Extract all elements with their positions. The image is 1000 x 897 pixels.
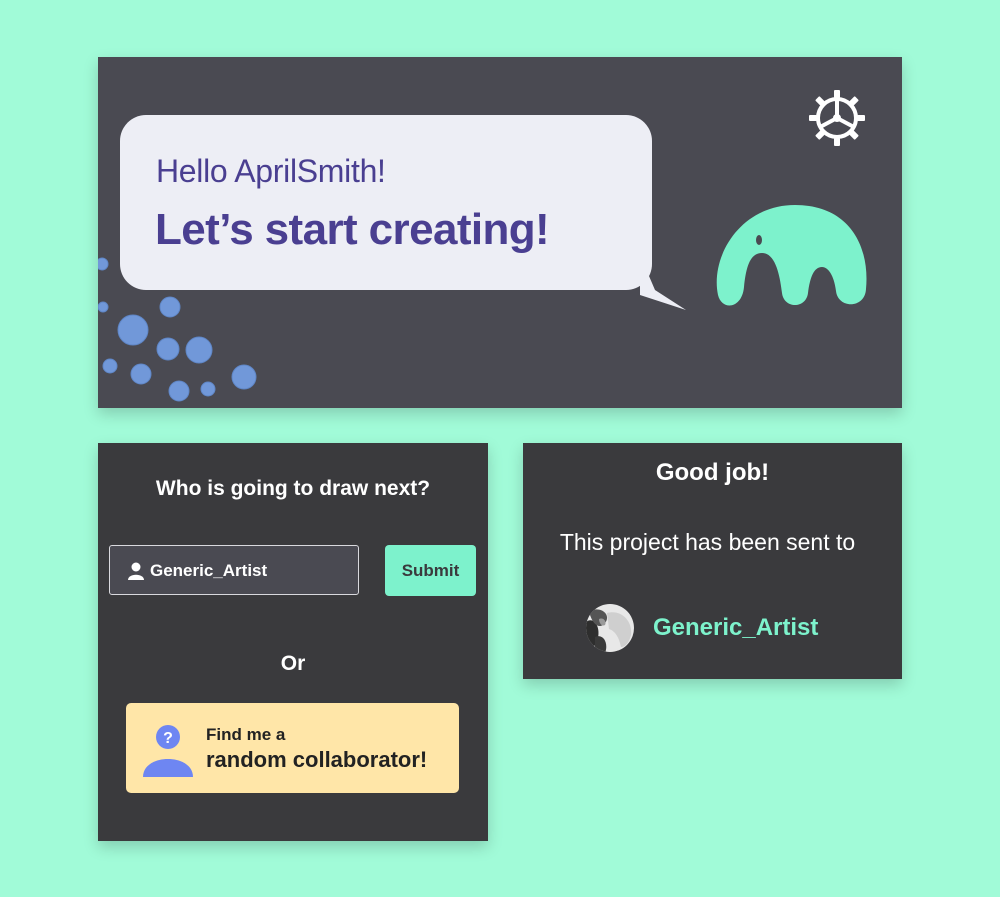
svg-text:?: ? — [163, 730, 173, 747]
card-title: Who is going to draw next? — [155, 477, 431, 500]
gear-icon[interactable] — [808, 89, 866, 147]
or-separator: Or — [280, 652, 306, 675]
submit-button[interactable]: Submit — [385, 545, 476, 596]
random-button-line2: random collaborator! — [206, 747, 428, 772]
welcome-banner: Hello AprilSmith! Let’s start creating! — [98, 57, 902, 408]
recipient-avatar — [585, 603, 635, 653]
speech-bubble-tail — [640, 255, 686, 310]
user-icon — [128, 562, 144, 580]
card-title: Good job! — [655, 459, 770, 486]
choose-collaborator-card: Who is going to draw next? Generic_Artis… — [98, 443, 488, 841]
random-button-line1: Find me a — [206, 725, 286, 744]
random-collaborator-button[interactable]: ? Find me a random collaborator! — [126, 703, 459, 793]
collaborator-username-input[interactable]: Generic_Artist — [109, 545, 359, 595]
sent-message: This project has been sent to — [559, 529, 856, 555]
elephant-mascot-icon — [710, 197, 870, 317]
recipient-name: Generic_Artist — [653, 614, 819, 641]
project-sent-card: Good job! This project has been sent to … — [523, 443, 902, 679]
headline-text: Let’s start creating! — [155, 205, 550, 254]
speech-bubble: Hello AprilSmith! Let’s start creating! — [120, 115, 690, 310]
username-value: Generic_Artist — [150, 561, 268, 580]
greeting-text: Hello AprilSmith! — [156, 153, 386, 189]
question-avatar-icon: ? — [143, 725, 193, 777]
